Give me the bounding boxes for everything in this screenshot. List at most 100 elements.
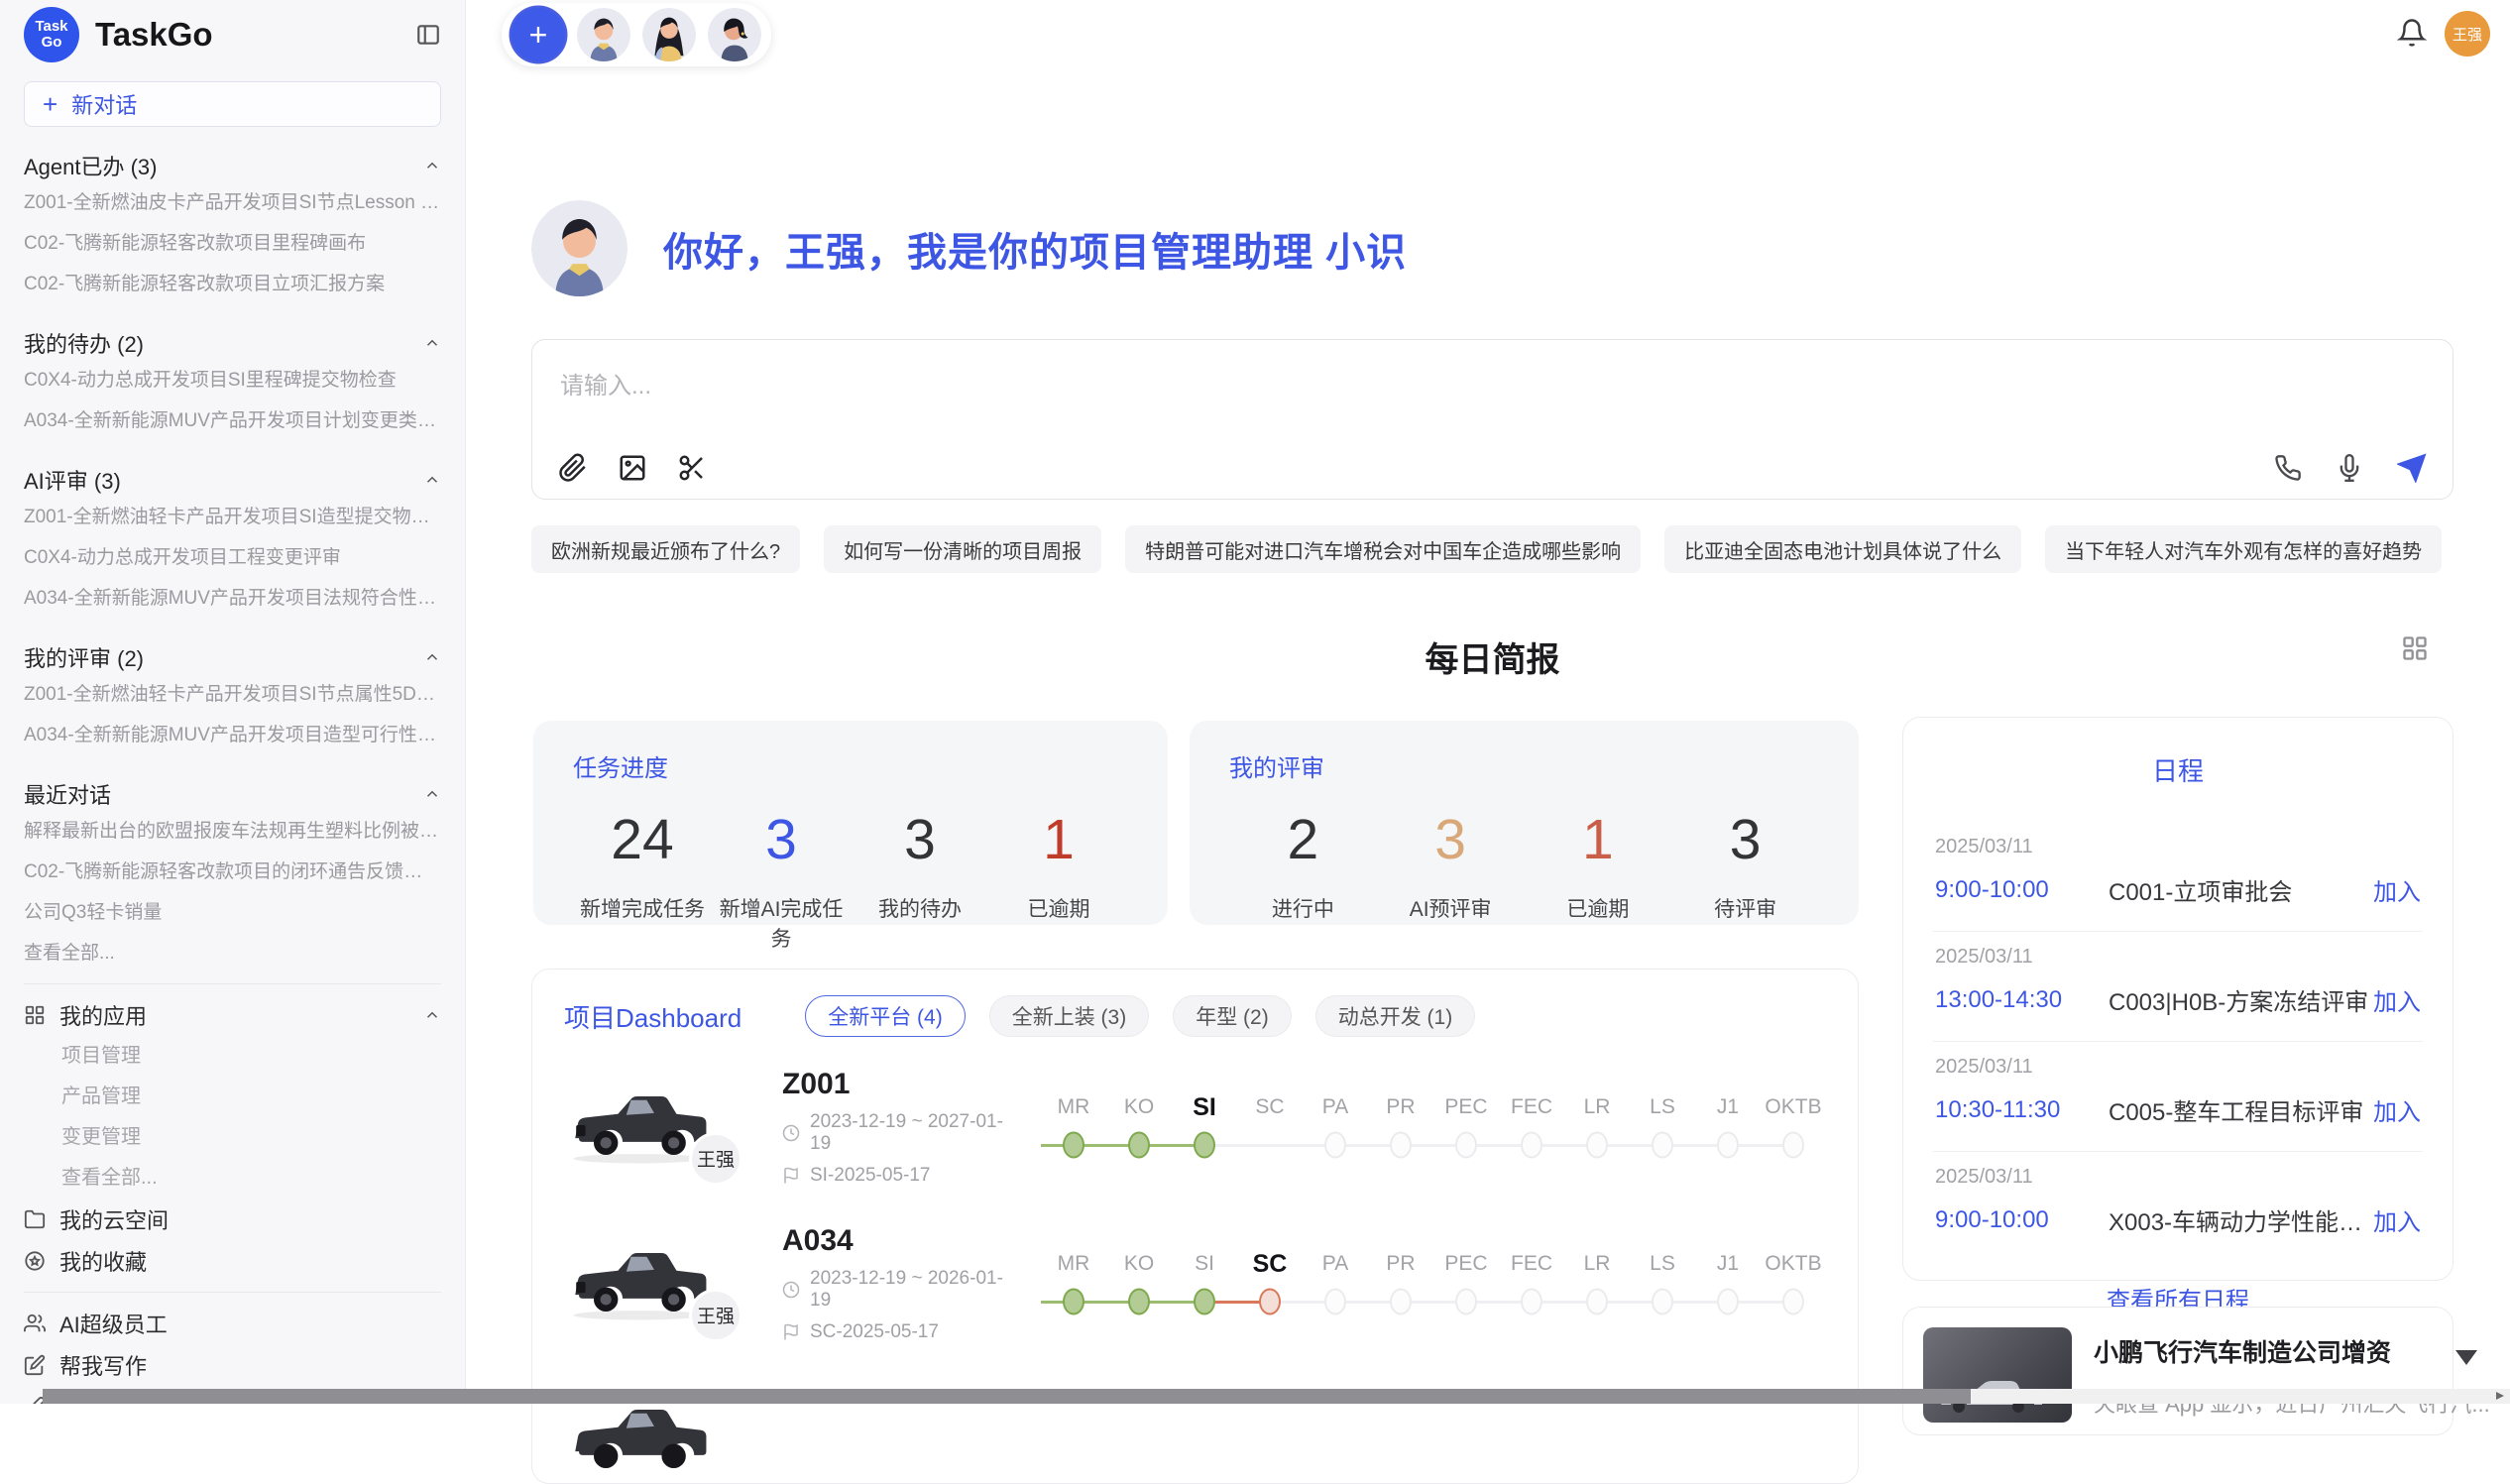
sidebar-item-project-mgmt[interactable]: 项目管理 [0, 1036, 465, 1077]
sidebar-item[interactable]: Z001-全新燃油轻卡产品开发项目SI造型提交物评审 [24, 497, 441, 537]
sidebar: Task Go TaskGo + 新对话 Agent已办 (3) Z001-全新… [0, 0, 466, 1404]
plus-icon: + [43, 91, 57, 117]
suggestion-chip[interactable]: 比亚迪全固态电池计划具体说了什么 [1664, 525, 2021, 573]
section-my-todo: 我的待办 (2) C0X4-动力总成开发项目SI里程碑提交物检查 A034-全新… [0, 326, 465, 441]
send-icon[interactable] [2397, 453, 2427, 483]
greeting-block: 你好，王强，我是你的项目管理助理 小识 [531, 200, 1407, 296]
sidebar-item-view-all-apps[interactable]: 查看全部... [0, 1158, 465, 1199]
notification-bell-icon[interactable] [2397, 18, 2427, 48]
chevron-up-icon[interactable] [423, 648, 441, 666]
card-title: 我的评审 [1229, 748, 1819, 783]
join-button[interactable]: 加入 [2373, 982, 2421, 1017]
chevron-up-icon[interactable] [423, 157, 441, 174]
star-circle-icon [24, 1250, 46, 1272]
sidebar-item[interactable]: A034-全新新能源MUV产品开发项目法规符合性评审 [24, 578, 441, 619]
suggestion-chip[interactable]: 欧洲新规最近颁布了什么? [531, 525, 800, 573]
message-composer[interactable]: 请输入... [531, 339, 2453, 500]
suggestion-chip[interactable]: 如何写一份清晰的项目周报 [824, 525, 1101, 573]
sidebar-item-cloud-space[interactable]: 我的云空间 [0, 1199, 465, 1240]
section-title: 我的待办 (2) [24, 327, 144, 359]
agent-avatar-3[interactable] [708, 8, 761, 61]
project-dates: 2023-12-19 ~ 2027-01-19 [810, 1111, 1010, 1155]
sidebar-item-my-apps[interactable]: 我的应用 [0, 994, 465, 1036]
daily-brief-title: 每日简报 [531, 632, 2453, 681]
chevron-up-icon[interactable] [423, 471, 441, 489]
sidebar-item[interactable]: 解释最新出台的欧盟报废车法规再生塑料比例被调至15%... [24, 811, 441, 852]
join-button[interactable]: 加入 [2373, 872, 2421, 907]
project-row-partial [532, 1362, 1858, 1484]
paperclip-icon[interactable] [558, 453, 588, 483]
project-owner-badge: 王强 [689, 1132, 742, 1186]
agent-avatar-2[interactable] [642, 8, 696, 61]
sidebar-item[interactable]: C02-飞腾新能源轻客改款项目里程碑画布 [24, 223, 441, 264]
project-dates: 2023-12-19 ~ 2026-01-19 [810, 1268, 1010, 1312]
scroll-down-arrow[interactable] [2455, 1350, 2477, 1365]
phone-icon[interactable] [2274, 454, 2302, 482]
sidebar-item[interactable]: C02-飞腾新能源轻客改款项目的闭环通告反馈情况 [24, 852, 441, 892]
event-time: 10:30-11:30 [1935, 1096, 2109, 1124]
scissors-icon[interactable] [677, 453, 707, 483]
image-icon[interactable] [618, 453, 647, 483]
logo-text-bottom: Go [42, 35, 62, 51]
scrollbar-right-arrow[interactable] [2496, 1392, 2504, 1400]
sidebar-item-product-mgmt[interactable]: 产品管理 [0, 1077, 465, 1117]
user-avatar[interactable]: 王强 [2445, 11, 2490, 57]
sidebar-item[interactable]: C02-飞腾新能源轻客改款项目立项汇报方案 [24, 264, 441, 304]
flag-icon [782, 1167, 800, 1185]
sidebar-item-ai-employee[interactable]: AI超级员工 [0, 1303, 465, 1344]
filter-chip[interactable]: 全新上装 (3) [989, 995, 1150, 1037]
sidebar-collapse-icon[interactable] [415, 22, 441, 48]
milestone-cell: LS [1630, 1246, 1695, 1321]
stat: 3新增AI完成任务 [712, 809, 851, 953]
suggestion-chip[interactable]: 当下年轻人对汽车外观有怎样的喜好趋势 [2045, 525, 2442, 573]
news-title: 小鹏飞行汽车制造公司增资 [2094, 1333, 2490, 1369]
sidebar-item[interactable]: A034-全新新能源MUV产品开发项目计划变更类编写 [24, 400, 441, 441]
add-agent-button[interactable]: + [512, 8, 565, 61]
divider [24, 1292, 441, 1293]
scrollbar-thumb[interactable] [43, 1389, 1971, 1404]
milestone-cell: MR [1041, 1246, 1106, 1321]
section-ai-review: AI评审 (3) Z001-全新燃油轻卡产品开发项目SI造型提交物评审 C0X4… [0, 463, 465, 619]
sidebar-header: Task Go TaskGo [0, 0, 465, 69]
chevron-up-icon[interactable] [423, 334, 441, 352]
chevron-up-icon[interactable] [423, 1006, 441, 1024]
sidebar-item-change-mgmt[interactable]: 变更管理 [0, 1117, 465, 1158]
news-image [1923, 1327, 2072, 1423]
milestone-cell: OKTB [1761, 1246, 1826, 1321]
filter-chip-active[interactable]: 全新平台 (4) [805, 995, 966, 1037]
schedule-event: 2025/03/11 10:30-11:30 C005-整车工程目标评审 加入 [1933, 1042, 2423, 1152]
sidebar-item[interactable]: C0X4-动力总成开发项目工程变更评审 [24, 537, 441, 578]
milestone-cell: J1 [1695, 1089, 1761, 1165]
layout-grid-icon[interactable] [2401, 634, 2429, 662]
users-icon [24, 1313, 46, 1334]
event-name: C003|H0B-方案冻结评审 [2109, 982, 2373, 1017]
clock-icon [782, 1281, 800, 1299]
filter-chip[interactable]: 动总开发 (1) [1315, 995, 1476, 1037]
section-title: 最近对话 [24, 778, 111, 810]
sidebar-item-favorites[interactable]: 我的收藏 [0, 1240, 465, 1282]
my-review-card: 我的评审 2进行中 3AI预评审 1已逾期 3待评审 [1190, 721, 1859, 925]
project-code: Z001 [782, 1068, 1010, 1101]
milestone-cell: KO [1106, 1246, 1172, 1321]
sidebar-item[interactable]: Z001-全新燃油皮卡产品开发项目SI节点Lesson Learn报告 [24, 182, 441, 223]
join-button[interactable]: 加入 [2373, 1202, 2421, 1237]
milestone-cell: J1 [1695, 1246, 1761, 1321]
agent-avatar-1[interactable] [577, 8, 630, 61]
chevron-up-icon[interactable] [423, 785, 441, 803]
project-row[interactable]: 王强 Z001 2023-12-19 ~ 2027-01-19 SI-2025-… [532, 1049, 1858, 1205]
join-button[interactable]: 加入 [2373, 1092, 2421, 1127]
new-chat-button[interactable]: + 新对话 [24, 81, 441, 127]
filter-chip[interactable]: 年型 (2) [1173, 995, 1292, 1037]
sidebar-item-view-all[interactable]: 查看全部... [24, 933, 441, 973]
project-row[interactable]: 王强 A034 2023-12-19 ~ 2026-01-19 SC-2025-… [532, 1205, 1858, 1362]
sidebar-item[interactable]: A034-全新新能源MUV产品开发项目造型可行性评审 [24, 715, 441, 755]
sidebar-item-help-write[interactable]: 帮我写作 [0, 1344, 465, 1386]
edit-square-icon [24, 1354, 46, 1376]
sidebar-item[interactable]: 公司Q3轻卡销量 [24, 892, 441, 933]
news-card[interactable]: 小鹏飞行汽车制造公司增资 天眼查 App 显示，近日广州汇天飞行汽... [1902, 1307, 2453, 1435]
horizontal-scrollbar[interactable] [43, 1389, 2510, 1404]
sidebar-item[interactable]: Z001-全新燃油轻卡产品开发项目SI节点属性5D文件评审 [24, 674, 441, 715]
microphone-icon[interactable] [2336, 454, 2363, 482]
suggestion-chip[interactable]: 特朗普可能对进口汽车增税会对中国车企造成哪些影响 [1125, 525, 1641, 573]
sidebar-item[interactable]: C0X4-动力总成开发项目SI里程碑提交物检查 [24, 360, 441, 400]
